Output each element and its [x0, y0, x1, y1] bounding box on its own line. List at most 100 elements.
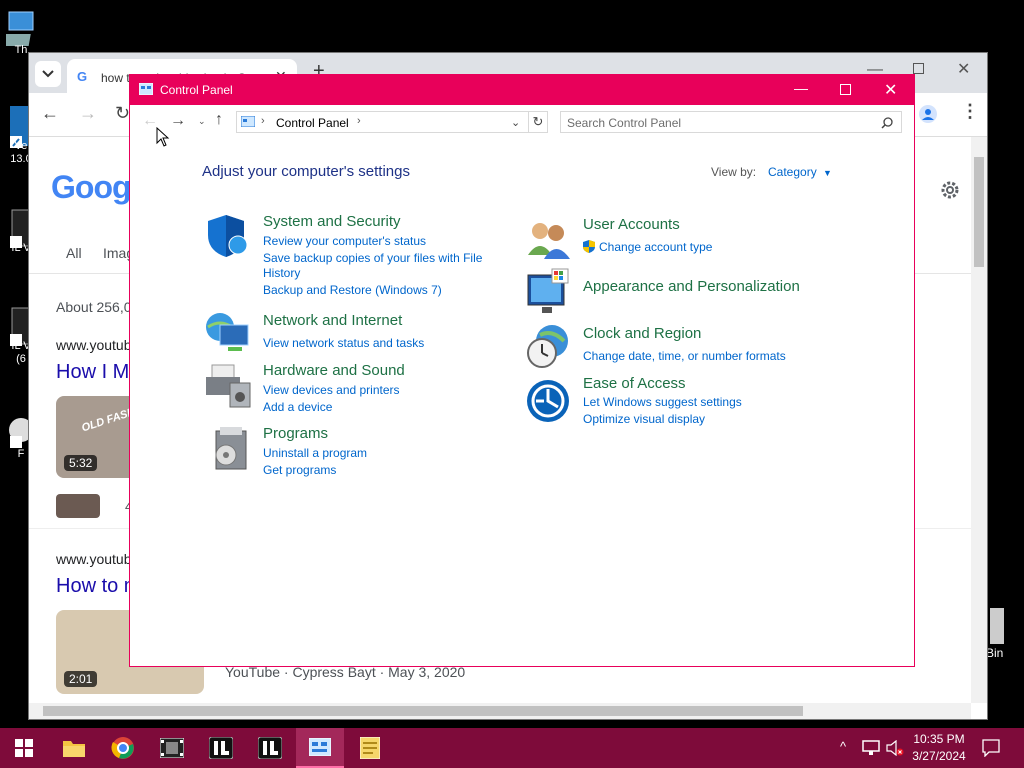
- window-title: Control Panel: [160, 83, 233, 97]
- category-link[interactable]: Save backup copies of your files with Fi…: [263, 251, 482, 265]
- control-panel-titlebar[interactable]: Control Panel — ✕: [130, 75, 914, 105]
- result-site: www.youtub: [56, 337, 132, 353]
- category-link[interactable]: Optimize visual display: [583, 412, 705, 426]
- dropdown-arrow-icon: ▼: [823, 168, 832, 178]
- category-link[interactable]: Uninstall a program: [263, 446, 367, 460]
- google-logo-text: Googl: [51, 169, 139, 205]
- chrome-icon: [111, 737, 134, 759]
- vertical-scrollbar[interactable]: [971, 137, 987, 703]
- google-logo[interactable]: Googl: [51, 169, 139, 206]
- tab-search-button[interactable]: [35, 61, 61, 87]
- printer-icon: [204, 363, 252, 409]
- programs-icon: [208, 425, 252, 473]
- taskbar-app-il-2[interactable]: [246, 728, 294, 768]
- scrollbar-thumb[interactable]: [43, 706, 803, 716]
- breadcrumb-separator-icon[interactable]: ›: [357, 115, 361, 127]
- result-site: www.youtub: [56, 551, 132, 567]
- google-favicon-icon: G: [77, 69, 88, 84]
- desktop-icon-recycle-bin[interactable]: Bin: [986, 606, 1024, 660]
- horizontal-scrollbar[interactable]: [29, 703, 971, 719]
- taskbar-notepad[interactable]: [346, 728, 394, 768]
- notifications-icon[interactable]: [982, 739, 1000, 757]
- category-link[interactable]: View network status and tasks: [263, 336, 424, 350]
- category-system-security[interactable]: System and Security: [263, 213, 401, 230]
- taskbar-date[interactable]: 3/27/2024: [906, 749, 972, 763]
- taskbar-media-app[interactable]: [148, 728, 196, 768]
- show-hidden-icons-chevron-icon[interactable]: ^: [840, 739, 846, 754]
- minimize-icon[interactable]: —: [794, 80, 808, 96]
- result-title-link[interactable]: How to m: [56, 575, 140, 598]
- category-link[interactable]: Let Windows suggest settings: [583, 395, 742, 409]
- il-app-icon: [258, 737, 282, 759]
- category-ease-of-access[interactable]: Ease of Access: [583, 375, 686, 392]
- category-hardware-sound[interactable]: Hardware and Sound: [263, 362, 405, 379]
- category-programs[interactable]: Programs: [263, 425, 328, 442]
- close-window-icon[interactable]: ✕: [957, 59, 970, 79]
- video-duration: 2:01: [64, 671, 98, 687]
- search-tab-all[interactable]: All: [66, 245, 82, 261]
- category-user-accounts[interactable]: User Accounts: [583, 216, 680, 233]
- network-icon: [204, 309, 252, 355]
- forward-arrow-icon[interactable]: →: [79, 103, 97, 124]
- up-arrow-icon[interactable]: ↑: [215, 111, 223, 129]
- close-icon[interactable]: ✕: [884, 80, 897, 100]
- category-link[interactable]: History: [263, 266, 300, 280]
- category-link[interactable]: View devices and printers: [263, 383, 400, 397]
- taskbar-app-il-1[interactable]: [197, 728, 245, 768]
- accessibility-icon: [526, 379, 572, 425]
- start-button[interactable]: [0, 728, 48, 768]
- reload-icon[interactable]: ↻: [115, 103, 130, 124]
- uac-shield-icon: [583, 240, 595, 253]
- notepad-icon: [360, 737, 380, 759]
- folder-icon: [63, 741, 85, 757]
- windows-logo-icon: [15, 739, 33, 757]
- control-panel-icon: [309, 738, 331, 756]
- category-link[interactable]: Change date, time, or number formats: [583, 349, 786, 363]
- view-by-label: View by:: [711, 165, 757, 179]
- breadcrumb[interactable]: Control Panel: [276, 116, 349, 130]
- category-appearance[interactable]: Appearance and Personalization: [583, 278, 800, 295]
- search-icon[interactable]: [881, 117, 893, 129]
- recent-locations-icon[interactable]: ⌄: [198, 116, 206, 127]
- maximize-icon[interactable]: [840, 84, 851, 95]
- category-link[interactable]: Add a device: [263, 400, 332, 414]
- taskbar-control-panel[interactable]: [296, 728, 344, 768]
- more-menu-icon[interactable]: ⋮: [961, 101, 979, 122]
- category-link[interactable]: Review your computer's status: [263, 234, 426, 248]
- film-icon: [160, 738, 184, 758]
- volume-muted-icon[interactable]: [886, 740, 904, 756]
- category-link[interactable]: Get programs: [263, 463, 336, 477]
- desktop-icon-label: Th: [14, 44, 28, 56]
- forward-arrow-icon[interactable]: →: [170, 112, 186, 130]
- search-input[interactable]: Search Control Panel: [567, 116, 681, 130]
- control-panel-icon: [241, 116, 255, 127]
- network-icon[interactable]: [862, 740, 880, 756]
- profile-avatar-icon[interactable]: [919, 105, 937, 123]
- result-title-link[interactable]: How I M: [56, 361, 129, 384]
- category-link[interactable]: Backup and Restore (Windows 7): [263, 283, 442, 297]
- address-bar[interactable]: › Control Panel › ⌄: [236, 111, 548, 133]
- gear-icon[interactable]: [939, 179, 961, 201]
- refresh-icon[interactable]: ↻: [528, 111, 548, 133]
- taskbar-file-explorer[interactable]: [50, 728, 98, 768]
- desktop-icon-this-pc[interactable]: Th: [0, 10, 42, 57]
- taskbar-time[interactable]: 10:35 PM: [906, 732, 972, 746]
- maximize-icon[interactable]: [913, 63, 924, 74]
- monitor-icon: [526, 267, 572, 315]
- chevron-down-icon[interactable]: ⌄: [511, 116, 520, 129]
- control-panel-window[interactable]: Control Panel — ✕ ← → ⌄ ↑ › Control Pane…: [129, 74, 915, 667]
- category-network-internet[interactable]: Network and Internet: [263, 312, 402, 329]
- back-arrow-icon[interactable]: ←: [41, 103, 59, 124]
- category-clock-region[interactable]: Clock and Region: [583, 325, 701, 342]
- view-by-dropdown[interactable]: Category ▼: [768, 165, 832, 179]
- scrollbar-thumb[interactable]: [974, 157, 984, 267]
- mouse-cursor-icon: [156, 127, 170, 147]
- control-panel-icon: [139, 83, 153, 95]
- category-link[interactable]: Change account type: [599, 240, 712, 254]
- small-video-thumbnail[interactable]: [56, 494, 100, 518]
- search-box[interactable]: Search Control Panel: [560, 111, 902, 133]
- video-duration: 5:32: [64, 455, 98, 471]
- taskbar-chrome[interactable]: [99, 728, 147, 768]
- view-by-value: Category: [768, 165, 817, 179]
- breadcrumb-separator-icon[interactable]: ›: [261, 115, 265, 127]
